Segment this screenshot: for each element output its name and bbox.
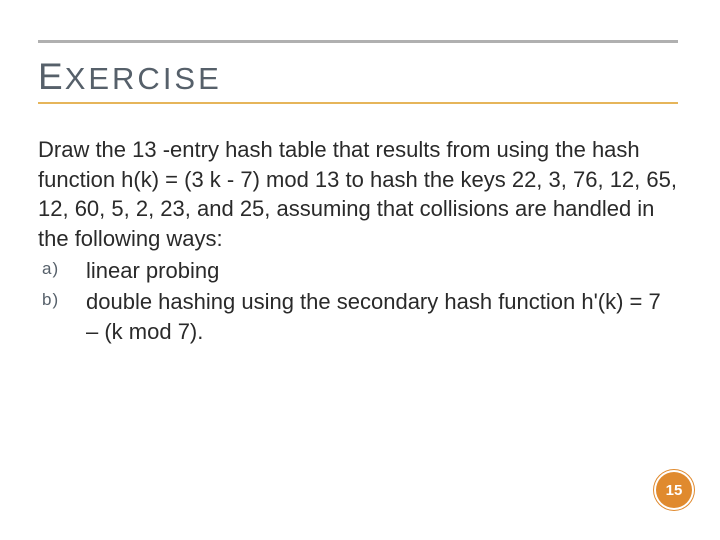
list-item: b) double hashing using the secondary ha… — [38, 287, 678, 346]
slide-title: EXERCISE — [38, 56, 222, 98]
list-text: double hashing using the secondary hash … — [86, 289, 661, 344]
bottom-rule — [38, 102, 678, 104]
page-number-badge: 15 — [654, 470, 694, 510]
page-number: 15 — [666, 482, 683, 499]
top-rule — [38, 40, 678, 43]
title-rest: XERCISE — [65, 61, 222, 96]
slide: EXERCISE Draw the 13 -entry hash table t… — [0, 0, 720, 540]
list-marker: b) — [42, 289, 78, 312]
title-lead-cap: E — [38, 56, 65, 97]
list-marker: a) — [42, 258, 78, 281]
list-item: a) linear probing — [38, 256, 678, 286]
slide-body: Draw the 13 -entry hash table that resul… — [38, 135, 678, 347]
list-text: linear probing — [86, 258, 219, 283]
exercise-list: a) linear probing b) double hashing usin… — [38, 256, 678, 347]
intro-paragraph: Draw the 13 -entry hash table that resul… — [38, 135, 678, 254]
